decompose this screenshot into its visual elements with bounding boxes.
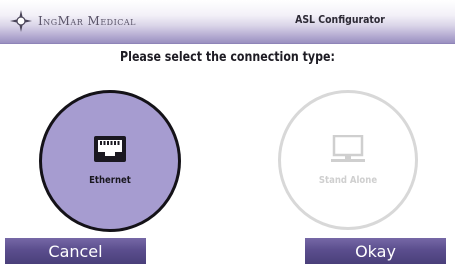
- ethernet-option-label: Ethernet: [89, 175, 131, 186]
- connection-prompt: Please select the connection type:: [120, 50, 335, 65]
- okay-button[interactable]: Okay: [305, 238, 446, 264]
- ethernet-port-icon: [93, 135, 127, 167]
- stand-alone-option[interactable]: Stand Alone: [278, 90, 418, 230]
- ingmar-logo: IngMar Medical: [10, 10, 136, 32]
- app-title: ASL Configurator: [295, 13, 385, 26]
- ethernet-option[interactable]: Ethernet: [39, 90, 181, 232]
- title-bar: IngMar Medical ASL Configurator: [0, 0, 455, 44]
- asl-configurator-screen: IngMar Medical ASL Configurator Please s…: [0, 0, 455, 269]
- brand-name: IngMar Medical: [38, 14, 136, 28]
- monitor-icon: [330, 134, 366, 167]
- cancel-button[interactable]: Cancel: [5, 238, 146, 264]
- compass-star-icon: [10, 10, 32, 32]
- stand-alone-option-label: Stand Alone: [318, 175, 378, 186]
